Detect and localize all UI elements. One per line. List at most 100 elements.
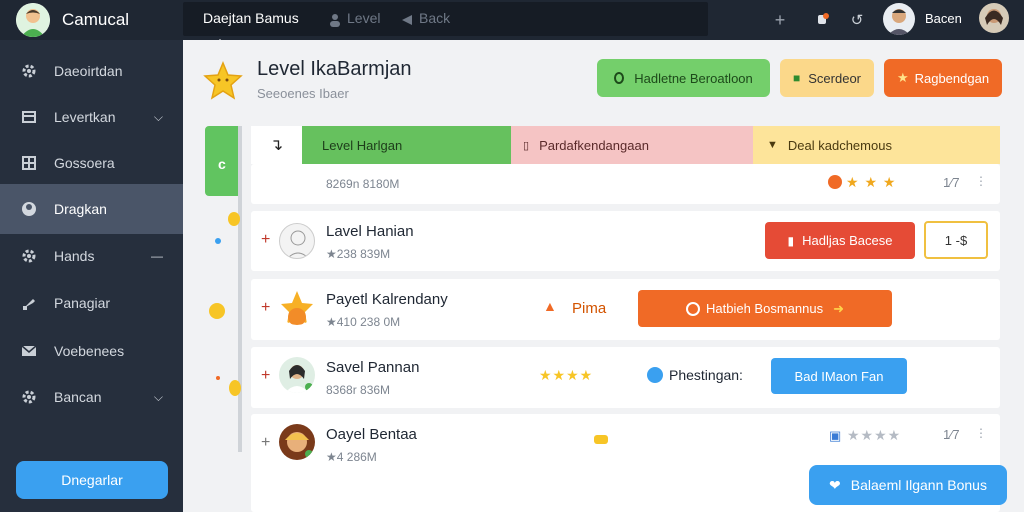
secondary-avatar[interactable] bbox=[979, 3, 1009, 33]
button-label: Hadljas Bacese bbox=[802, 233, 893, 248]
sidebar-item-dragkan[interactable]: Dragkan bbox=[0, 184, 183, 234]
button-label: Hatbieh Bosmannus bbox=[706, 301, 824, 316]
floating-bonus-button[interactable]: ❤ Balaeml Ilgann Bonus bbox=[809, 465, 1007, 505]
column-header-pardaf[interactable]: ▯ Pardafkendangaan bbox=[511, 126, 753, 164]
top-bar: Daejtan Bamus Level Back + ↺ Bacen bbox=[183, 0, 1024, 44]
user-icon bbox=[323, 8, 347, 32]
column-header-deal[interactable]: ▼ Deal kadchemous bbox=[753, 126, 1000, 164]
page-title: Level IkaBarmjan bbox=[257, 58, 412, 80]
chart-icon: ▣ bbox=[829, 428, 842, 443]
tab-back[interactable]: Back bbox=[419, 0, 450, 36]
more-icon[interactable]: ⋮ bbox=[975, 426, 987, 440]
row-rating: 1⁄7 bbox=[943, 427, 960, 442]
orange-dot bbox=[216, 376, 220, 380]
app-avatar bbox=[16, 3, 50, 37]
notification-icon[interactable] bbox=[810, 8, 834, 32]
bad-imaon-button[interactable]: Bad IMaon Fan bbox=[771, 358, 907, 394]
avatar bbox=[279, 223, 315, 259]
expand-icon[interactable]: + bbox=[261, 231, 270, 249]
emoji-icon bbox=[229, 380, 241, 396]
user-circle-icon bbox=[20, 200, 38, 218]
row-sub: ★4 286M bbox=[326, 450, 377, 464]
sidebar-item-hands[interactable]: Hands — bbox=[0, 233, 183, 279]
column-header-level[interactable]: Level Harlgan bbox=[302, 126, 511, 164]
user-avatar[interactable] bbox=[883, 3, 915, 35]
star-icon: ★ bbox=[896, 70, 909, 85]
expand-icon[interactable]: + bbox=[261, 367, 270, 385]
gear-icon bbox=[20, 388, 38, 406]
emoji-icon bbox=[209, 303, 225, 319]
settings-icon[interactable]: ↺ bbox=[845, 8, 869, 32]
avatar bbox=[279, 357, 315, 393]
button-label: Scerdeor bbox=[808, 70, 861, 86]
emoji-icon bbox=[228, 212, 240, 226]
sidebar-item-label: Voebenees bbox=[54, 343, 125, 359]
blue-dot bbox=[215, 238, 221, 244]
check-circle-icon bbox=[686, 301, 700, 316]
sidebar-item-label: Daeoirtdan bbox=[54, 63, 123, 79]
sidebar-item-levertkan[interactable]: Levertkan ⌵ bbox=[0, 94, 183, 140]
ragbendgan-button[interactable]: ★ Ragbendgan bbox=[884, 59, 1002, 97]
sidebar-item-label: Bancan bbox=[54, 389, 102, 405]
user-name[interactable]: Bacen bbox=[925, 0, 962, 36]
button-label: Ragbendgan bbox=[914, 70, 990, 86]
sidebar-item-bancan[interactable]: Bancan ⌵ bbox=[0, 374, 183, 420]
fire-icon bbox=[828, 175, 842, 189]
row-rating: 1⁄7 bbox=[943, 175, 960, 190]
table-row[interactable]: + Savel Pannan 8368r 836M ★★★★ Phestinga… bbox=[251, 347, 1000, 408]
table-row[interactable]: + Payetl Kalrendany ★410 238 0M ▲ Pima H… bbox=[251, 279, 1000, 340]
avatar bbox=[279, 424, 315, 460]
button-label: Balaeml Ilgann Bonus bbox=[850, 477, 987, 493]
row-tag: Pima bbox=[572, 300, 607, 317]
side-tab-indicator[interactable]: c bbox=[205, 126, 239, 196]
tab-active[interactable]: Daejtan Bamus bbox=[203, 0, 299, 36]
bookmark-icon: ▮ bbox=[787, 233, 795, 248]
hatbieh-button[interactable]: Hatbieh Bosmannus ➜ bbox=[638, 290, 892, 327]
sidebar-item-gossoera[interactable]: Gossoera bbox=[0, 140, 183, 186]
sidebar-item-label: Hands bbox=[54, 248, 95, 264]
hadljas-button[interactable]: ▮ Hadljas Bacese bbox=[765, 222, 915, 259]
badge-icon: ■ bbox=[793, 71, 801, 85]
row-tag: Phestingan: bbox=[669, 367, 743, 383]
rating-stars: ★★★★ bbox=[847, 427, 902, 443]
tab-level[interactable]: Level bbox=[347, 0, 380, 36]
sidebar-primary-button[interactable]: Dnegarlar bbox=[16, 461, 168, 499]
table-row[interactable]: + Lavel Hanian ★238 839M ▮ Hadljas Bacese… bbox=[251, 211, 1000, 271]
table-row[interactable]: 8269n 8180M ★ ★ ★ 1⁄7 ⋮ bbox=[251, 164, 1000, 204]
row-sub: 8269n 8180M bbox=[326, 177, 400, 191]
heart-icon: ❤ bbox=[829, 476, 841, 493]
expand-icon[interactable]: + bbox=[261, 299, 270, 317]
rating-stars: ★ ★ ★ bbox=[846, 174, 897, 190]
doc-icon: ▯ bbox=[523, 139, 530, 152]
gear-icon bbox=[20, 62, 38, 80]
page-subtitle: Seeoenes Ibaer bbox=[257, 86, 349, 101]
gear-icon bbox=[20, 247, 38, 265]
scroll-rail[interactable] bbox=[238, 126, 242, 452]
flame-icon: ▲ bbox=[543, 298, 557, 314]
expand-icon[interactable]: + bbox=[261, 434, 270, 452]
row-sub: 8368r 836M bbox=[326, 383, 391, 397]
sidebar-item-panagiar[interactable]: Panagiar bbox=[0, 280, 183, 326]
sidebar-item-daeoirtdan[interactable]: Daeoirtdan bbox=[0, 48, 183, 94]
coin-icon bbox=[594, 435, 608, 444]
more-icon[interactable]: ⋮ bbox=[975, 174, 987, 188]
sidebar-item-label: Dragkan bbox=[54, 201, 107, 217]
avatar bbox=[279, 289, 315, 325]
scerdeor-button[interactable]: ■ Scerdeor bbox=[780, 59, 874, 97]
row-sub: ★410 238 0M bbox=[326, 315, 401, 329]
rating-stars: ★★★★ bbox=[539, 367, 594, 383]
row-name: Lavel Hanian bbox=[326, 223, 414, 240]
sidebar-item-label: Levertkan bbox=[54, 109, 116, 125]
sidebar-item-label: Gossoera bbox=[54, 155, 115, 171]
back-icon bbox=[395, 8, 419, 32]
row-sub: ★238 839M bbox=[326, 247, 391, 261]
arrow-right-icon: ➜ bbox=[833, 300, 844, 316]
collapse-arrow-icon[interactable]: ↴ bbox=[251, 126, 302, 164]
plus-icon[interactable]: + bbox=[768, 8, 792, 32]
row-name: Oayel Bentaa bbox=[326, 426, 417, 443]
row-name: Savel Pannan bbox=[326, 359, 420, 376]
column-label: Pardafkendangaan bbox=[539, 137, 649, 153]
count-button[interactable]: 1 -$ bbox=[924, 221, 988, 259]
sidebar-item-voebenees[interactable]: Voebenees bbox=[0, 328, 183, 374]
hadletne-button[interactable]: Hadletne Beroatloon bbox=[597, 59, 770, 97]
